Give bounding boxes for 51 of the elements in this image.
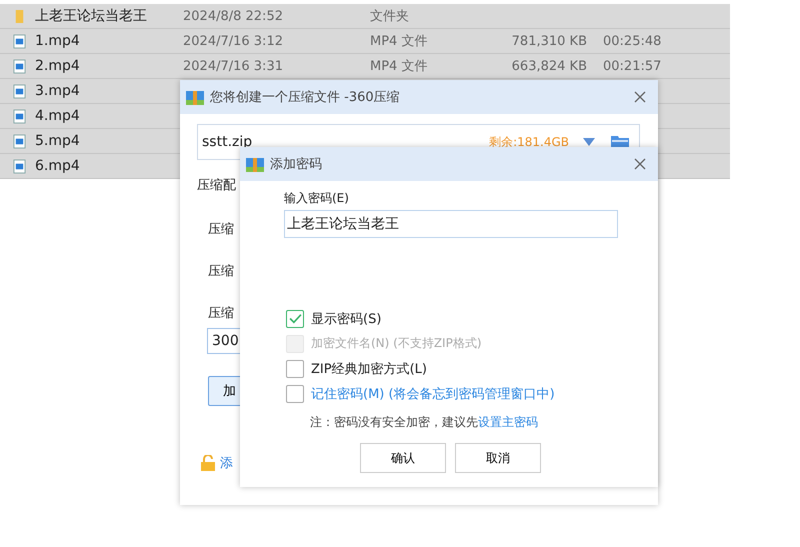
cancel-button[interactable]: 取消 bbox=[455, 443, 541, 473]
file-duration: 00:25:48 bbox=[603, 34, 662, 48]
file-type: 文件夹 bbox=[370, 8, 409, 25]
checkbox[interactable] bbox=[286, 310, 304, 328]
note-text: 注：密码没有安全加密，建议先 bbox=[310, 415, 478, 429]
file-type: MP4 文件 bbox=[370, 58, 428, 75]
file-name: 4.mp4 bbox=[35, 108, 80, 124]
close-icon[interactable] bbox=[634, 158, 646, 170]
confirm-button[interactable]: 确认 bbox=[360, 443, 446, 473]
video-file-icon bbox=[13, 108, 26, 124]
file-date: 2024/7/16 3:31 bbox=[183, 58, 283, 74]
video-file-icon bbox=[13, 58, 26, 74]
file-duration: 00:21:57 bbox=[603, 58, 662, 74]
password-label: 输入密码(E) bbox=[284, 190, 350, 207]
option-label: 压缩 bbox=[207, 221, 234, 238]
file-name: 3.mp4 bbox=[35, 83, 80, 99]
close-icon[interactable] bbox=[634, 91, 646, 103]
video-file-icon bbox=[13, 158, 26, 174]
file-type: MP4 文件 bbox=[370, 33, 428, 50]
video-file-icon bbox=[13, 134, 26, 148]
file-size: 663,824 KB bbox=[512, 58, 587, 74]
video-file-icon bbox=[13, 34, 26, 48]
file-date: 2024/8/8 22:52 bbox=[183, 8, 283, 24]
add-password-link[interactable]: 添 bbox=[220, 454, 233, 472]
video-file-icon bbox=[13, 84, 26, 98]
checkbox[interactable] bbox=[286, 384, 304, 402]
set-master-password-link[interactable]: 设置主密码 bbox=[478, 415, 538, 429]
file-size: 781,310 KB bbox=[512, 34, 587, 48]
checkbox-label[interactable]: 记住密码(M) (将会备忘到密码管理窗口中) bbox=[311, 384, 555, 402]
file-row[interactable]: 1.mp4 2024/7/16 3:12 MP4 文件 781,310 KB 00:25:48 bbox=[0, 29, 730, 54]
archive-icon bbox=[186, 89, 204, 105]
option-label: 压缩 bbox=[207, 263, 234, 280]
archive-icon bbox=[246, 156, 264, 172]
file-name: 上老王论坛当老王 bbox=[35, 7, 147, 25]
free-space: 剩余:181.4GB bbox=[489, 134, 569, 150]
file-name: 6.mp4 bbox=[35, 158, 80, 174]
file-row[interactable]: 上老王论坛当老王 2024/8/8 22:52 文件夹 bbox=[0, 4, 730, 29]
checkbox[interactable] bbox=[286, 360, 304, 378]
file-name: 5.mp4 bbox=[35, 133, 80, 149]
file-name: 2.mp4 bbox=[35, 58, 80, 74]
file-date: 2024/7/16 3:12 bbox=[183, 34, 283, 48]
folder-icon bbox=[13, 8, 26, 24]
window-title: 您将创建一个压缩文件 -360压缩 bbox=[210, 89, 401, 106]
password-field[interactable]: 上老王论坛当老王 bbox=[284, 210, 618, 238]
option-label: 压缩 bbox=[207, 305, 234, 322]
section-label: 压缩配 bbox=[197, 177, 236, 194]
checkbox-label[interactable]: ZIP经典加密方式(L) bbox=[311, 360, 427, 378]
lock-icon bbox=[201, 455, 215, 471]
file-name: 1.mp4 bbox=[35, 33, 80, 49]
checkbox-label[interactable]: 显示密码(S) bbox=[311, 310, 382, 328]
file-row[interactable]: 2.mp4 2024/7/16 3:31 MP4 文件 663,824 KB 00:21:57 bbox=[0, 54, 730, 79]
